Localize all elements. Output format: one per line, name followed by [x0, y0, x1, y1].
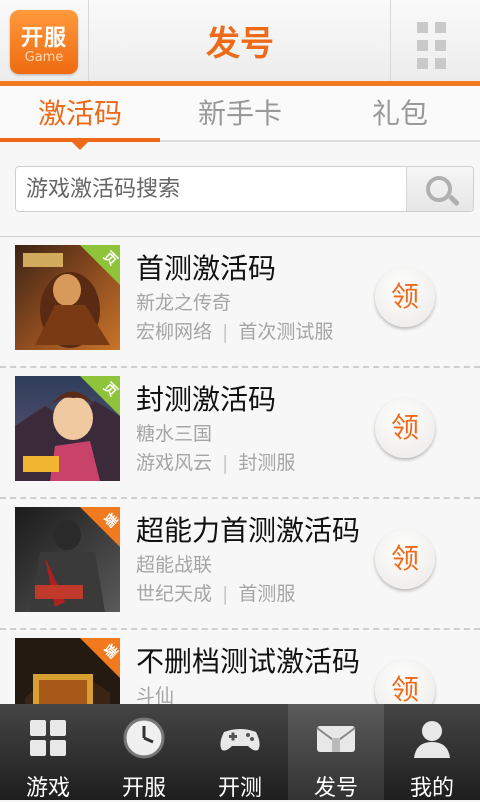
- game-thumbnail: 端: [15, 507, 120, 612]
- nav-label: 游戏: [25, 776, 70, 801]
- nav-codes[interactable]: 发号: [288, 704, 384, 801]
- nav-label: 开测: [217, 776, 262, 801]
- bottom-nav: 游戏 开服 开测 发号 我的: [0, 704, 480, 801]
- header-divider: [88, 0, 89, 81]
- item-meta: 游戏风云 | 封测服: [136, 452, 296, 474]
- item-title: 不删档测试激活码: [136, 645, 361, 678]
- item-game-name: 超能战联: [136, 554, 213, 576]
- games-grid-icon: [30, 720, 66, 756]
- list-item[interactable]: 页 首测激活码 新龙之传奇 宏柳网络 | 首次测试服 领: [0, 237, 480, 368]
- tab-bar: 激活码 新手卡 礼包: [0, 86, 480, 150]
- item-game-name: 糖水三国: [136, 423, 213, 445]
- nav-mine[interactable]: 我的: [384, 704, 480, 801]
- item-title: 超能力首测激活码: [136, 514, 361, 547]
- item-publisher: 宏柳网络: [136, 321, 213, 343]
- list-item[interactable]: 页 封测激活码 糖水三国 游戏风云 | 封测服 领: [0, 368, 480, 499]
- item-server: 首测服: [238, 583, 296, 605]
- clock-icon: [123, 717, 165, 759]
- nav-games[interactable]: 游戏: [0, 704, 96, 801]
- gamepad-icon: [220, 729, 260, 751]
- item-game-name: 新龙之传奇: [136, 292, 232, 314]
- logo-text: 开服: [20, 26, 67, 51]
- claim-button[interactable]: 领: [375, 267, 435, 327]
- claim-button[interactable]: 领: [375, 398, 435, 458]
- item-publisher: 游戏风云: [136, 452, 213, 474]
- active-tab-caret: [71, 141, 89, 150]
- page-title: 发号: [206, 24, 274, 64]
- item-server: 封测服: [238, 452, 296, 474]
- search-bar: [15, 166, 474, 212]
- item-meta: 世纪天成 | 首测服: [136, 583, 296, 605]
- claim-button[interactable]: 领: [375, 529, 435, 589]
- nav-label: 开服: [121, 776, 166, 801]
- grid-menu-button[interactable]: [391, 0, 480, 81]
- search-button[interactable]: [406, 167, 473, 211]
- tab-newbie-card[interactable]: 新手卡: [160, 92, 320, 132]
- nav-label: 发号: [313, 776, 358, 801]
- game-thumbnail: 页: [15, 376, 120, 481]
- gift-envelope-icon: [316, 726, 356, 752]
- item-meta: 宏柳网络 | 首次测试服: [136, 321, 334, 343]
- nav-beta-test[interactable]: 开测: [192, 704, 288, 801]
- nav-label: 我的: [409, 776, 454, 801]
- item-server: 首次测试服: [238, 321, 334, 343]
- item-title: 封测激活码: [136, 383, 277, 416]
- item-publisher: 世纪天成: [136, 583, 213, 605]
- nav-server-open[interactable]: 开服: [96, 704, 192, 801]
- app-logo[interactable]: 开服 Game: [10, 10, 78, 74]
- user-icon: [414, 721, 450, 758]
- item-title: 首测激活码: [136, 252, 277, 285]
- list-item[interactable]: 端 超能力首测激活码 超能战联 世纪天成 | 首测服 领: [0, 499, 480, 630]
- search-input[interactable]: [16, 167, 408, 211]
- logo-subtext: Game: [24, 50, 64, 65]
- game-thumbnail: 页: [15, 245, 120, 350]
- tab-gift-pack[interactable]: 礼包: [320, 92, 480, 132]
- tab-activation-code[interactable]: 激活码: [0, 92, 160, 132]
- app-header: 开服 Game 发号: [0, 0, 480, 86]
